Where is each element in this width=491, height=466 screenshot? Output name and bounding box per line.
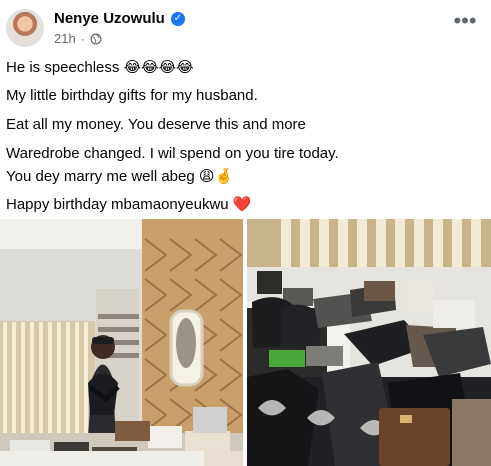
more-options-icon[interactable]: ••• [453,10,477,32]
author-row: Nenye Uzowulu ✓ [54,10,185,28]
tired-face-emoji: 😩🤞 [198,167,234,185]
laughing-emoji: 😂😂😂😂 [123,58,194,76]
photo-gifts-on-bed[interactable] [247,219,491,466]
gifts-photo-illustration [247,219,491,466]
author-name[interactable]: Nenye Uzowulu [54,10,165,28]
post-header: Nenye Uzowulu ✓ 21h · ••• [0,0,491,56]
heart-emoji: ❤️ [232,195,252,213]
post-time[interactable]: 21h [54,31,76,46]
post-photos [0,219,491,466]
avatar[interactable] [6,9,44,47]
photo-man-in-room[interactable] [0,219,243,466]
post-line-4: Waredrobe changed. I wil spend on you ti… [6,145,339,162]
post-line-5: You dey marry me well abeg 😩🤞 [6,167,234,185]
room-photo-illustration [0,219,243,466]
meta-separator: · [80,31,85,46]
post-meta: 21h · [54,31,102,46]
post-line-3: Eat all my money. You deserve this and m… [6,116,306,133]
verified-icon: ✓ [170,12,185,26]
post-line-2: My little birthday gifts for my husband. [6,87,258,104]
post-line-6: Happy birthday mbamaonyeukwu ❤️ [6,195,252,213]
globe-icon [90,33,102,44]
post-line-1: He is speechless 😂😂😂😂 [6,58,194,76]
